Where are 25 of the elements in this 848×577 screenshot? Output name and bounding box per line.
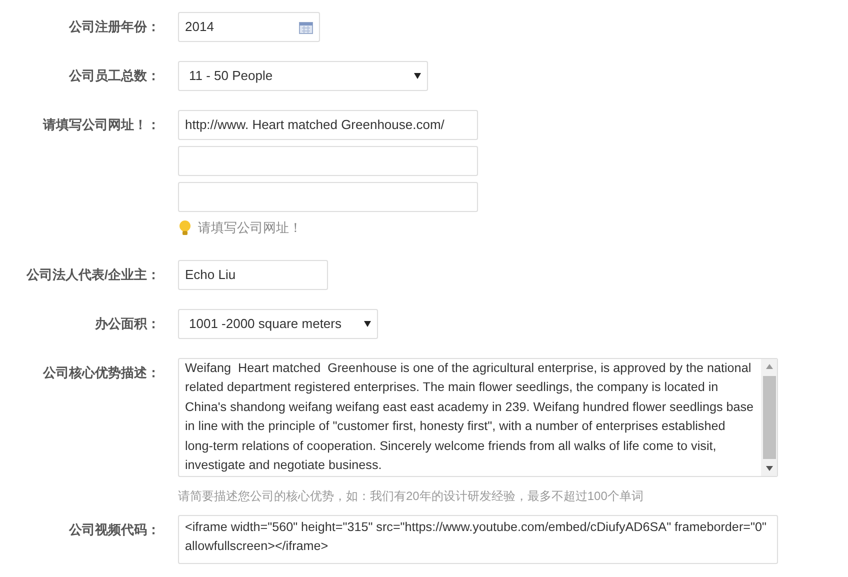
- input-field[interactable]: [178, 182, 478, 212]
- field-label: 公司视频代码：: [69, 522, 160, 536]
- field-label: 请填写公司网址！：: [43, 117, 160, 132]
- textarea-field[interactable]: Weifang Heart matched Greenhouse is one of the agricultural enterprise, is approved by the national related department registered enterprises. The main flower seedlings, the company is located in China's shandong weifang weifang east east academy in 239. Weifang hundred flower seedlings base in line with the principle of "customer first, honesty first", with a number of enterprises established long-term relations of cooperation. Sincerely welcome friends from all walks of life come to visit, investigate and negotiate business.: [178, 358, 778, 476]
- input-field[interactable]: Echo Liu: [178, 260, 328, 290]
- input-field[interactable]: [178, 146, 478, 176]
- caret-icon: [414, 73, 421, 79]
- caret-icon: [364, 320, 371, 326]
- hint-text: 请简要描述您公司的核心优势，如：我们有20年的设计研发经验，最多不超过100个单词: [178, 488, 644, 504]
- field-label: 公司员工总数：: [69, 68, 160, 83]
- hint-text: 请填写公司网址！: [198, 219, 302, 237]
- date-field[interactable]: 2014: [178, 12, 320, 42]
- field-label: 公司核心优势描述：: [43, 364, 160, 380]
- calendar-icon[interactable]: [299, 20, 313, 34]
- dropdown-field[interactable]: 11 - 50 People: [178, 61, 428, 91]
- input-field[interactable]: http://www. Heart matched Greenhouse.com/: [178, 110, 478, 140]
- field-label: 公司法人代表/企业主：: [26, 266, 160, 282]
- field-label: 公司注册年份：: [69, 19, 160, 34]
- textarea-field[interactable]: <iframe width="560" height="315" src="https://www.youtube.com/embed/cDiufyAD6SA" frameborder="0" allowfullscreen></iframe>: [178, 514, 778, 564]
- scrollbar[interactable]: [761, 358, 777, 476]
- scroll-down-icon[interactable]: [766, 466, 772, 470]
- dropdown-field[interactable]: 1001 -2000 square meters: [178, 308, 378, 338]
- field-label: 办公面积：: [95, 316, 160, 330]
- scroll-up-icon[interactable]: [766, 364, 772, 368]
- lightbulb-icon: [178, 220, 192, 236]
